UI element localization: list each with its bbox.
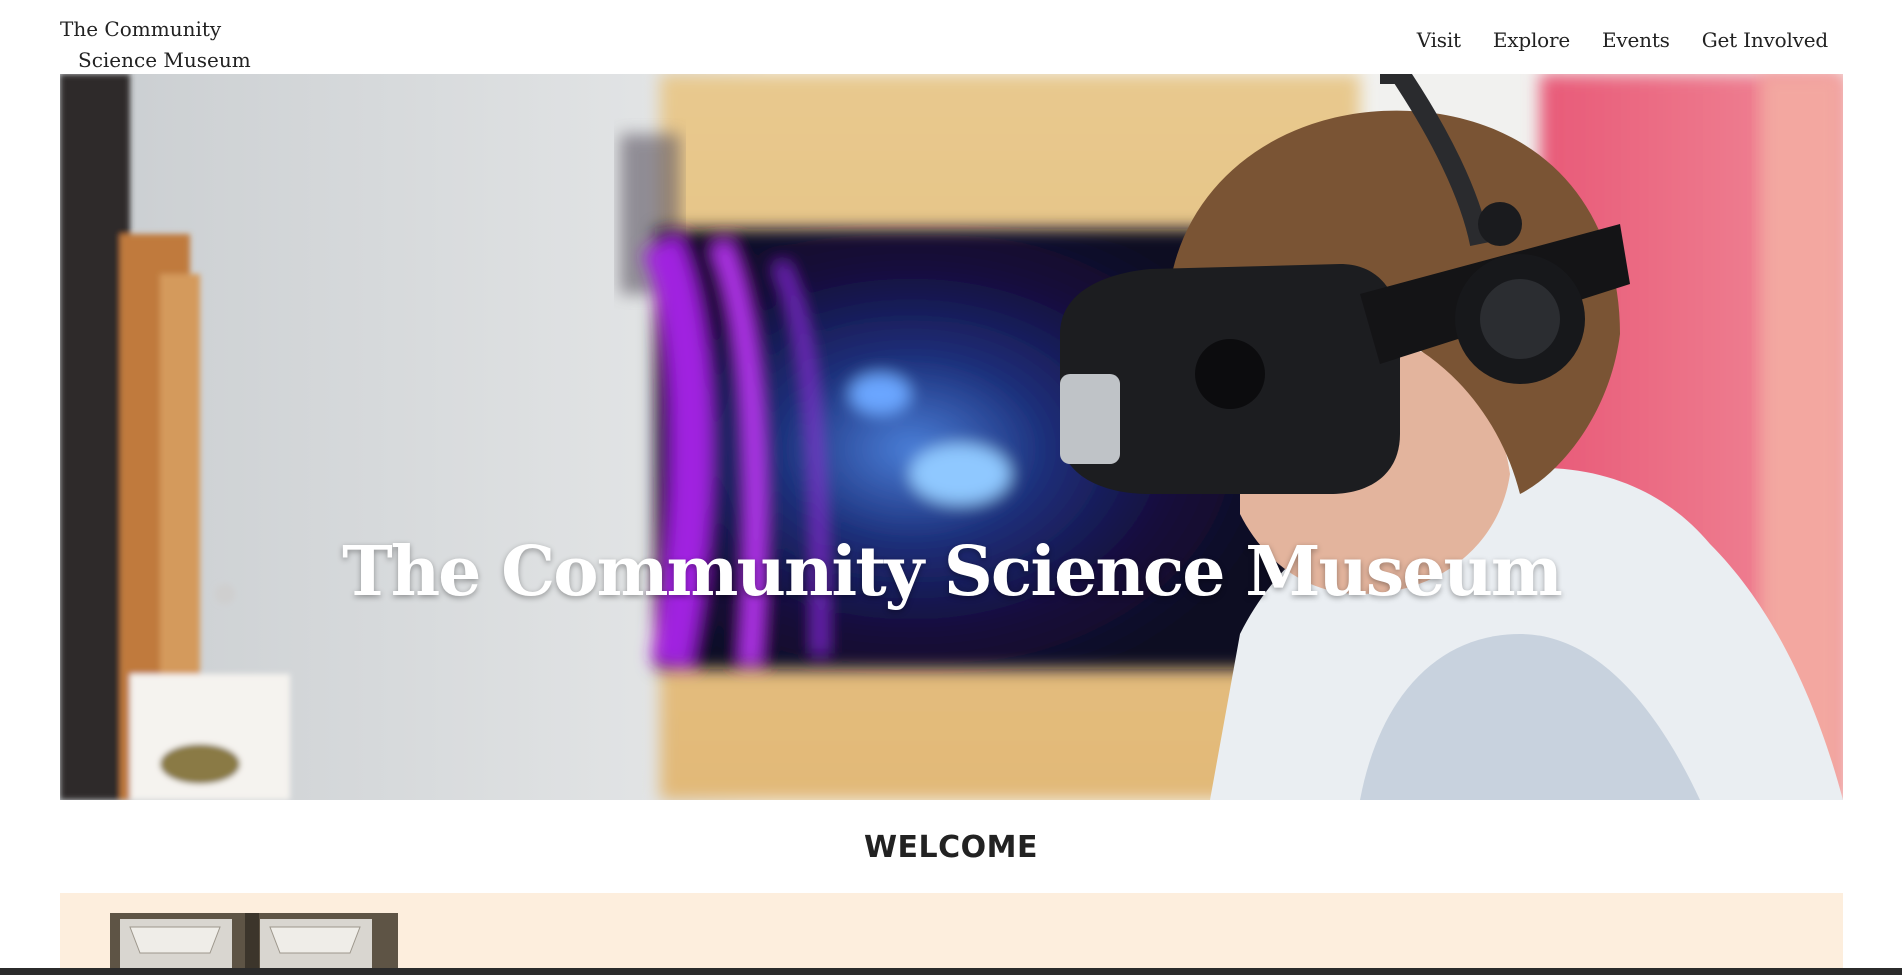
nav-link-events[interactable]: Events xyxy=(1602,28,1670,52)
hero-title: The Community Science Museum xyxy=(342,532,1563,612)
nav-link-get-involved[interactable]: Get Involved xyxy=(1702,28,1828,52)
logo-line-1: The Community xyxy=(60,17,222,41)
welcome-heading: WELCOME xyxy=(863,830,1039,865)
nav-link-explore[interactable]: Explore xyxy=(1493,28,1570,52)
window-bottom-bar xyxy=(0,968,1902,975)
site-logo-link[interactable]: The Community Science Museum xyxy=(60,14,260,76)
logo-line-2: Science Museum xyxy=(78,48,251,72)
hero-banner: The Community Science Museum xyxy=(60,74,1843,800)
feature-image xyxy=(110,913,398,975)
feature-section xyxy=(60,893,1843,975)
hero-photo xyxy=(60,74,1843,800)
main-nav: Visit Explore Events Get Involved xyxy=(1417,28,1828,52)
feature-image-graphic xyxy=(110,913,398,975)
site-header: The Community Science Museum Visit Explo… xyxy=(0,0,1902,74)
nav-link-visit[interactable]: Visit xyxy=(1417,28,1461,52)
